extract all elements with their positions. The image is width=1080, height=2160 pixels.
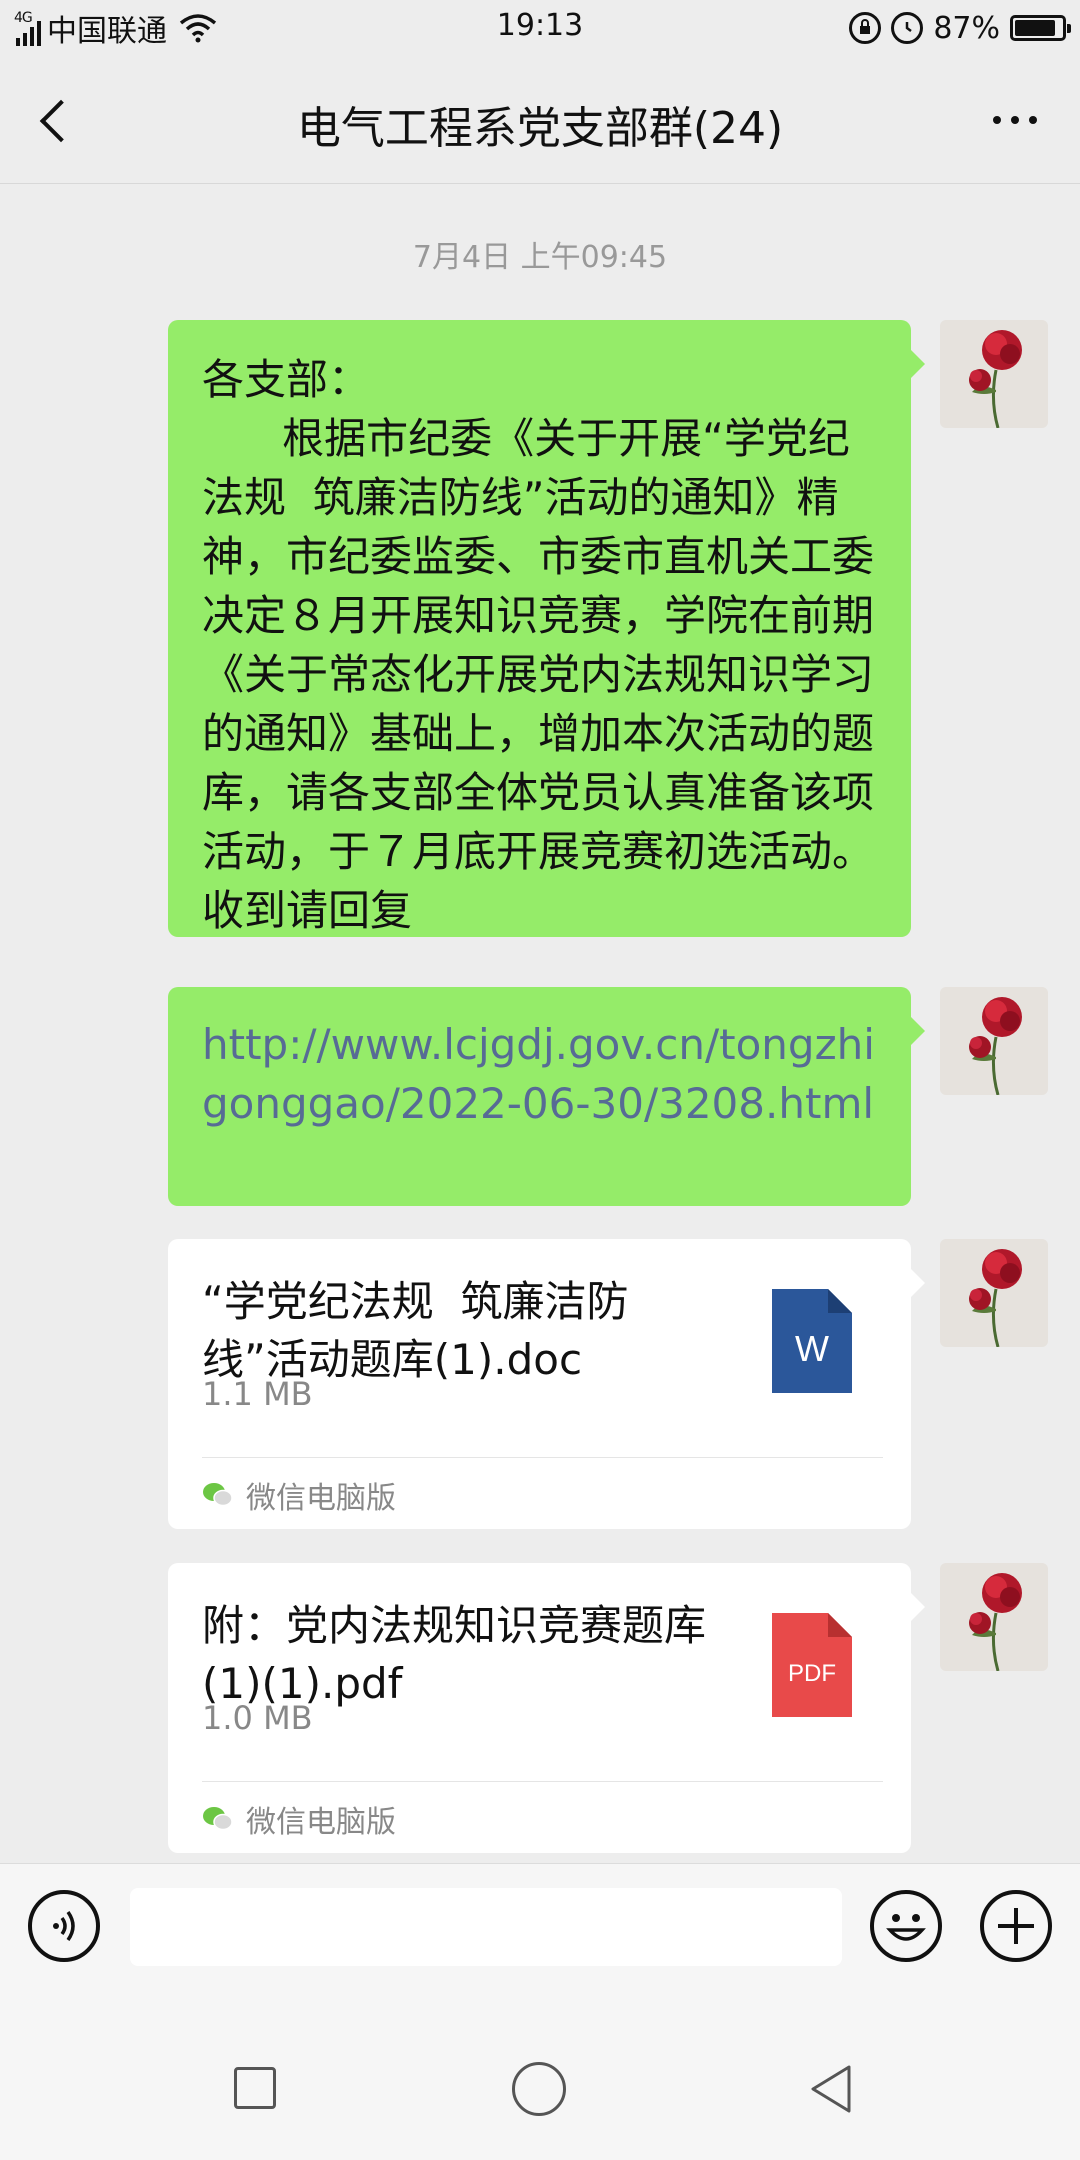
chat-header: 电气工程系党支部群(24) <box>0 56 1080 184</box>
file-name: 附：党内法规知识竞赛题库(1)(1).pdf <box>202 1601 707 1708</box>
status-right: 87% <box>849 8 1071 48</box>
file-source-label: 微信电脑版 <box>246 1481 396 1516</box>
plus-button[interactable] <box>980 1890 1052 1962</box>
file-divider <box>202 1781 883 1782</box>
chat-title: 电气工程系党支部群(24) <box>296 103 784 154</box>
message-input[interactable] <box>130 1888 842 1966</box>
back-triangle-icon[interactable] <box>805 2063 857 2115</box>
recent-apps-icon[interactable] <box>234 2067 276 2109</box>
input-bar <box>0 1863 1080 1983</box>
file-source: 微信电脑版 <box>202 1473 396 1517</box>
wechat-icon <box>202 1481 234 1509</box>
text-message-bubble[interactable]: 各支部： 根据市纪委《关于开展“学党纪法规 筑廉洁防线”活动的通知》精神，市纪委… <box>168 320 925 937</box>
message-text: 各支部： 根据市纪委《关于开展“学党纪法规 筑廉洁防线”活动的通知》精神，市纪委… <box>202 355 875 935</box>
message-link[interactable]: http://www.lcjgdj.gov.cn/tongzhigonggao/… <box>168 987 911 1153</box>
status-bar: 4G 中国联通 19:13 87% <box>0 0 1080 56</box>
file-size: 1.0 MB <box>202 1699 313 1737</box>
rose-avatar[interactable] <box>940 987 1048 1095</box>
pdf-file-icon: PDF <box>772 1613 852 1717</box>
svg-text:W: W <box>795 1328 829 1369</box>
battery-percent: 87% <box>933 10 1000 46</box>
file-message-bubble[interactable]: 附：党内法规知识竞赛题库(1)(1).pdf 1.0 MB PDF 微信电脑版 <box>168 1563 925 1853</box>
file-name: “学党纪法规 筑廉洁防线”活动题库(1).doc <box>202 1277 629 1384</box>
emoji-icon <box>886 1914 926 1941</box>
file-size: 1.1 MB <box>202 1375 313 1413</box>
message-timestamp: 7月4日 上午09:45 <box>412 240 668 275</box>
more-button[interactable] <box>980 100 1050 140</box>
emoji-button[interactable] <box>870 1890 942 1962</box>
alarm-icon <box>891 12 924 44</box>
svg-text:PDF: PDF <box>788 1660 836 1687</box>
system-nav-bar <box>0 1983 1080 2160</box>
file-divider <box>202 1457 883 1458</box>
file-message-bubble[interactable]: “学党纪法规 筑廉洁防线”活动题库(1).doc 1.1 MB W 微信电脑版 <box>168 1239 925 1529</box>
file-source-label: 微信电脑版 <box>246 1805 396 1840</box>
lock-rotation-icon <box>849 12 882 44</box>
rose-avatar[interactable] <box>940 1239 1048 1347</box>
voice-button[interactable] <box>28 1890 100 1962</box>
more-icon <box>993 116 1001 124</box>
rose-avatar[interactable] <box>940 1563 1048 1671</box>
link-message-bubble[interactable]: http://www.lcjgdj.gov.cn/tongzhigonggao/… <box>168 987 925 1206</box>
wechat-icon <box>202 1805 234 1833</box>
chat-area[interactable]: 7月4日 上午09:45 各支部： 根据市纪委《关于开展“学党纪法规 筑廉洁防线… <box>0 185 1080 1863</box>
battery-icon <box>1010 15 1071 41</box>
home-icon[interactable] <box>512 2062 566 2116</box>
rose-avatar[interactable] <box>940 320 1048 428</box>
voice-icon <box>53 1910 75 1942</box>
file-source: 微信电脑版 <box>202 1797 396 1841</box>
word-file-icon: W <box>772 1289 852 1393</box>
